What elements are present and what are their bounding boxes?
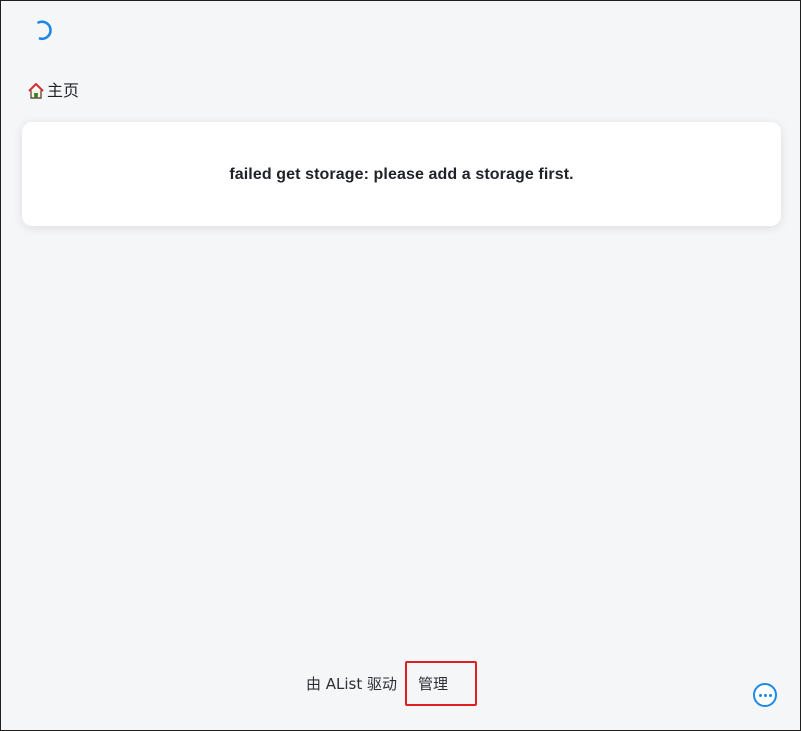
- error-message: failed get storage: please add a storage…: [229, 166, 574, 183]
- message-card: failed get storage: please add a storage…: [22, 122, 781, 226]
- home-icon[interactable]: [27, 82, 45, 100]
- app-window: 主页 failed get storage: please add a stor…: [0, 0, 801, 731]
- manage-link-highlight: 管理: [405, 661, 478, 706]
- powered-by-text: 由 AList 驱动: [305, 675, 398, 693]
- more-options-button[interactable]: [753, 683, 777, 707]
- manage-link[interactable]: 管理: [418, 673, 448, 694]
- breadcrumb-home-link[interactable]: 主页: [47, 83, 79, 99]
- breadcrumb: 主页: [27, 80, 79, 102]
- loading-spinner-icon: [31, 19, 55, 43]
- more-options-icon: [758, 693, 772, 697]
- footer: 由 AList 驱动 管理: [1, 661, 800, 706]
